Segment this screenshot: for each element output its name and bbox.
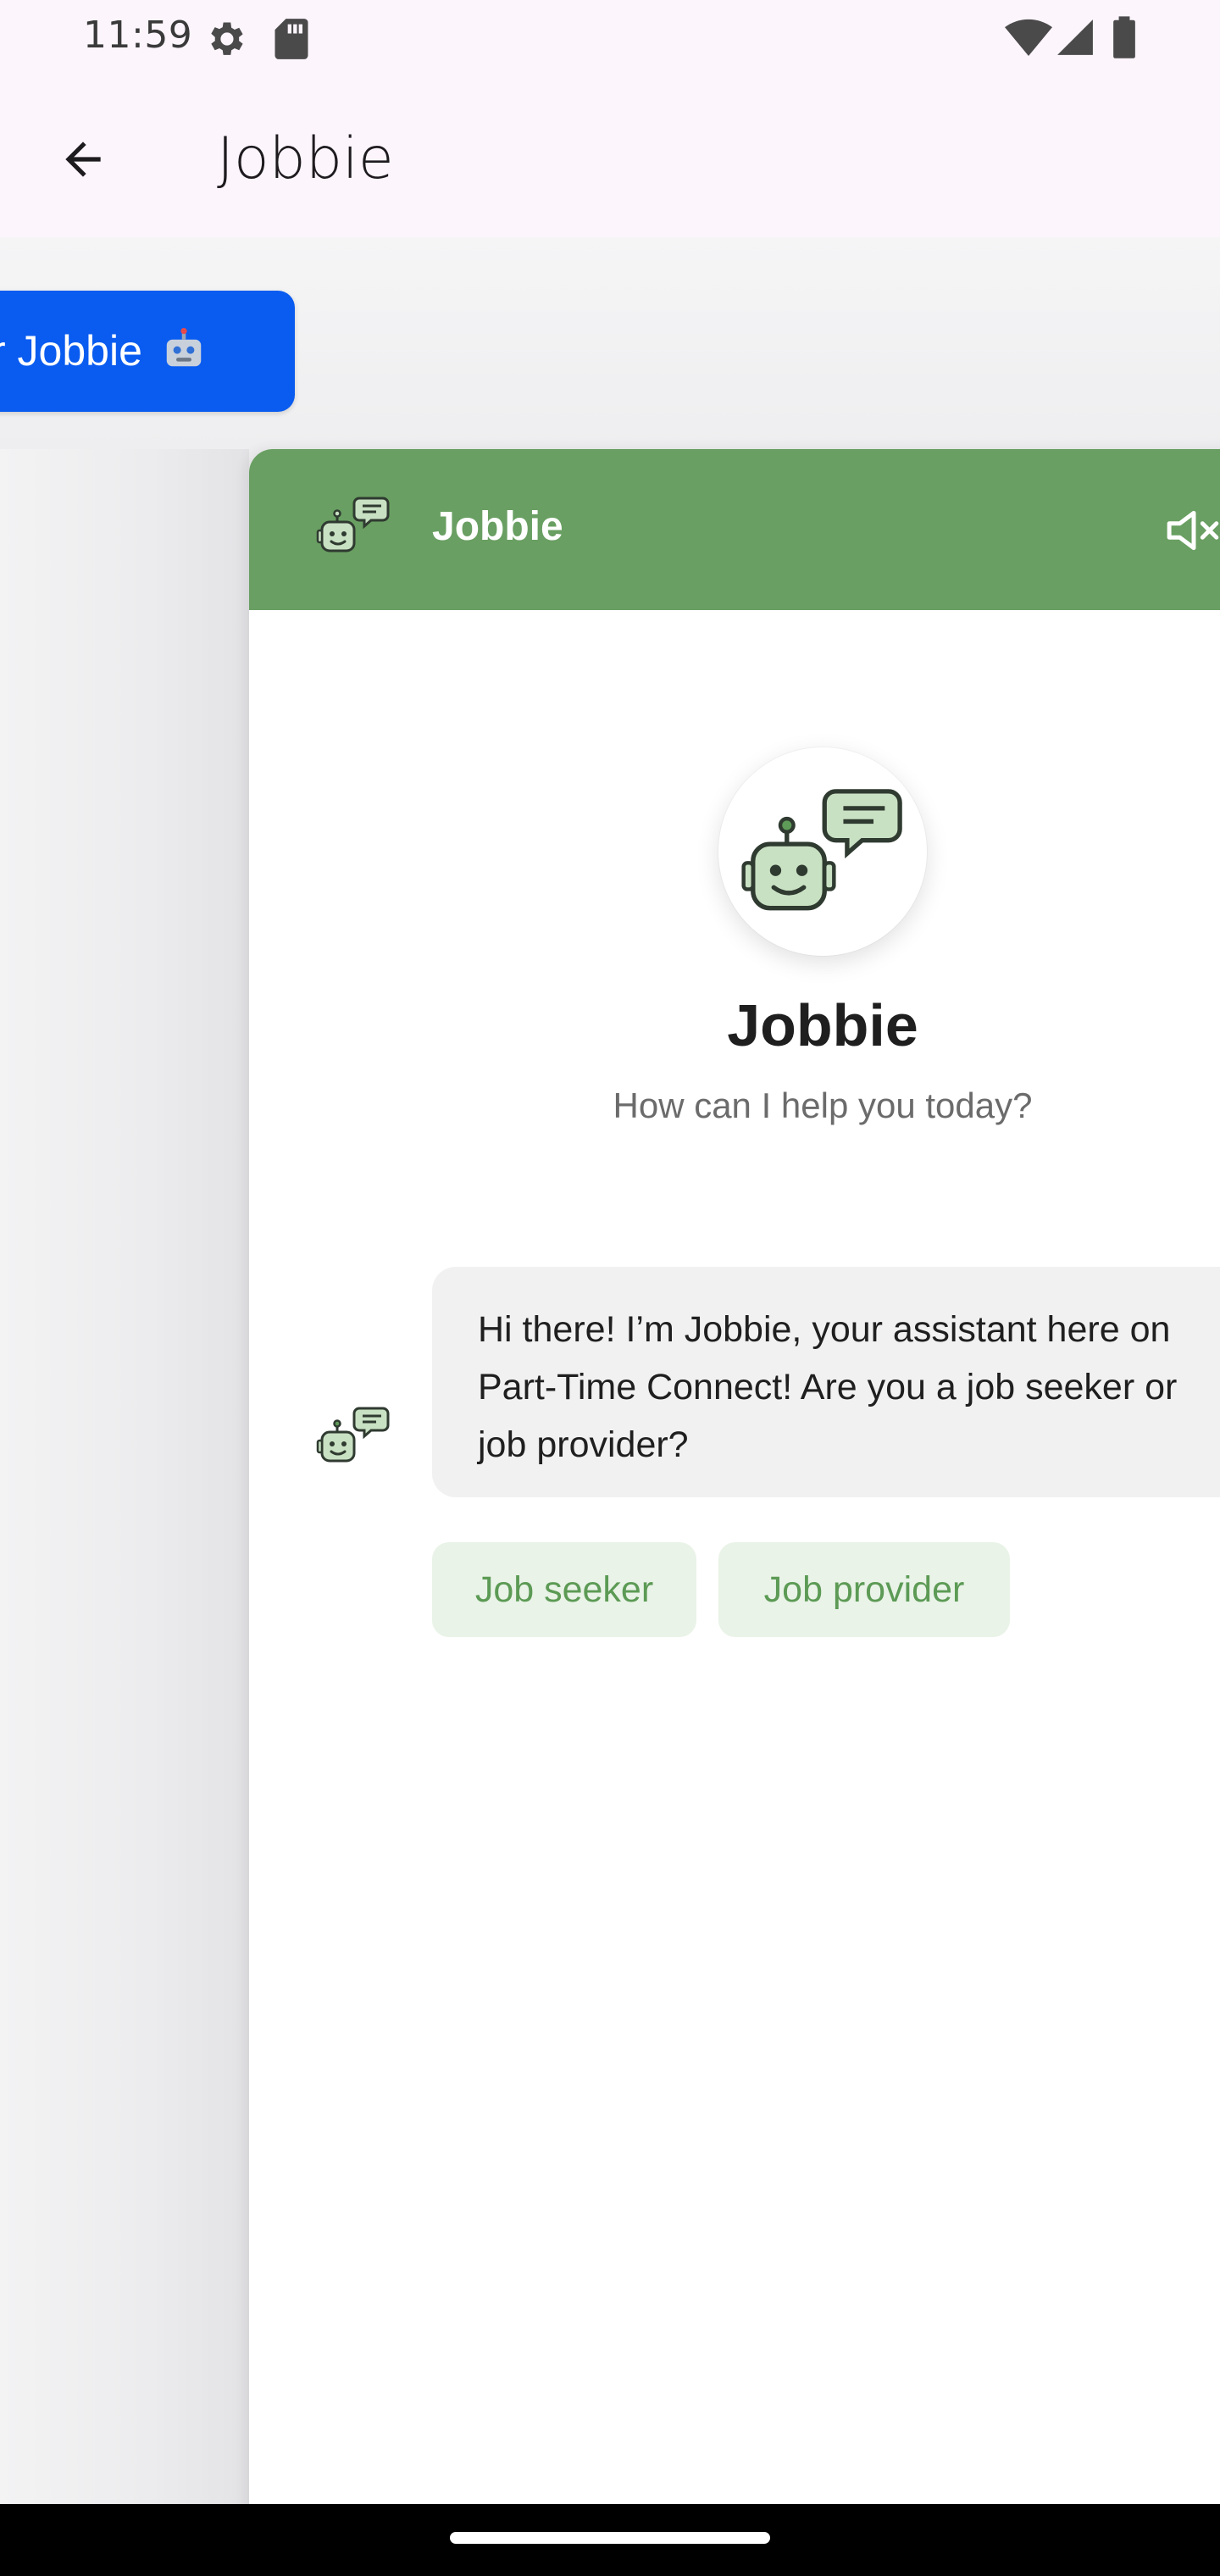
home-gesture-handle[interactable] [450,2532,770,2544]
page-title: Jobbie [217,125,394,192]
battery-icon [1113,16,1135,58]
robot-chat-icon [741,789,902,911]
open-chat-label: r Jobbie [0,327,142,375]
arrow-back-icon [65,142,101,177]
settings-gear-icon [211,22,243,55]
cell-signal-icon [1057,19,1093,55]
robot-chat-icon [316,497,390,552]
background-shade [0,449,249,2504]
chat-header: Jobbie [249,449,1220,610]
welcome-subtitle: How can I help you today? [613,1085,1033,1125]
sd-card-icon [274,19,308,59]
web-content: r Jobbie Jobbie Jobbie How can I help yo… [0,237,1220,2504]
quick-reply-job-seeker[interactable]: Job seeker [432,1542,696,1637]
welcome-title: Jobbie [727,992,918,1058]
speaker-muted-icon [1167,510,1219,551]
robot-emoji-icon [166,328,202,367]
mute-button[interactable] [1166,508,1220,552]
back-button[interactable] [42,119,124,200]
chat-header-title: Jobbie [432,504,563,549]
wifi-icon [1005,19,1052,56]
quick-reply-job-provider[interactable]: Job provider [718,1542,1010,1637]
app-bar: Jobbie [0,76,1220,237]
screen: 11:59 Jobbie r Jobbie Jobbie Jobbie How … [0,0,1220,2576]
robot-chat-icon [316,1407,390,1463]
open-chat-button[interactable]: r Jobbie [0,291,295,412]
navigation-bar [0,2504,1220,2576]
status-bar: 11:59 [0,0,1220,76]
chat-widget: Jobbie Jobbie How can I help you today? … [249,449,1220,2504]
status-time: 11:59 [83,14,193,57]
bot-avatar [718,747,927,956]
bot-message-bubble: Hi there! I’m Jobbie, your assistant her… [432,1267,1220,1497]
